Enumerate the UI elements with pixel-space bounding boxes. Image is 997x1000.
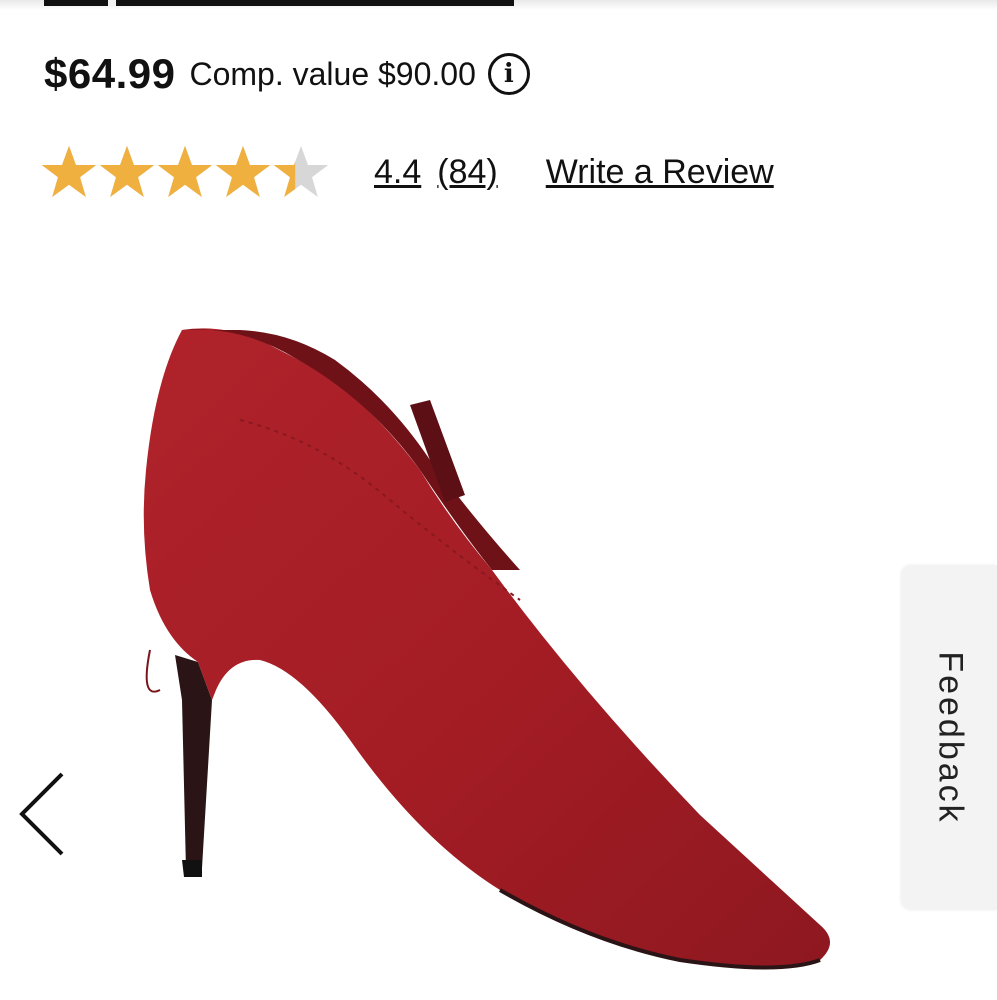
heel <box>175 655 212 870</box>
product-gallery: Feedback <box>0 230 997 1000</box>
top-divider-gap <box>108 0 116 6</box>
rating-value[interactable]: 4.4 <box>374 153 421 192</box>
boot-body <box>143 328 830 968</box>
info-icon[interactable]: i <box>487 53 530 95</box>
rating-row: 4.4 (84) Write a Review <box>40 140 774 204</box>
comp-value: Comp. value $90.00 <box>189 55 476 92</box>
product-image <box>143 328 830 970</box>
star-rating[interactable] <box>40 143 330 201</box>
write-review-link[interactable]: Write a Review <box>546 153 774 192</box>
star-icon <box>157 145 213 197</box>
chevron-left-icon[interactable] <box>14 768 74 860</box>
star-icon <box>41 145 97 197</box>
star-icon <box>215 145 271 197</box>
sale-price: $64.99 <box>44 50 176 97</box>
heel-tip <box>182 860 202 877</box>
review-count[interactable]: (84) <box>437 153 497 192</box>
heel-seam <box>145 649 161 693</box>
feedback-tab[interactable]: Feedback <box>902 565 997 910</box>
feedback-label: Feedback <box>931 650 969 825</box>
star-icon <box>99 145 155 197</box>
price-row: $64.99 Comp. value $90.00 i <box>44 48 530 100</box>
star-icon <box>273 145 329 197</box>
